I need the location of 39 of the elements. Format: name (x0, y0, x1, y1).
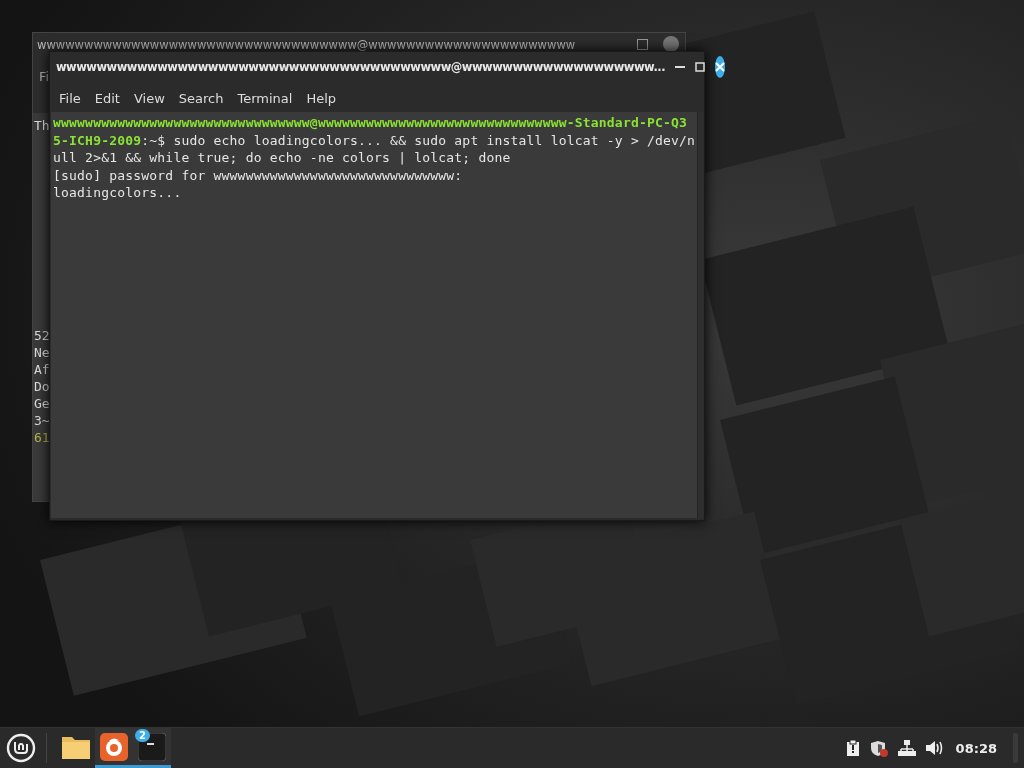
menu-item[interactable]: File (52, 86, 88, 110)
mint-logo-icon[interactable] (6, 733, 36, 763)
network-icon[interactable] (897, 740, 916, 756)
terminal-text: Ne (34, 344, 51, 361)
window-title: wwwwwwwwwwwwwwwwwwwwwwwwwwwwwwwwww@wwwwwwwwwwwwwwwwwwwwww (37, 38, 576, 52)
terminal-text: loadingcolors... (53, 185, 182, 200)
window-count-badge: 2 (135, 729, 150, 742)
taskbar-app[interactable] (95, 728, 133, 768)
terminal-text: Ge (34, 395, 51, 412)
terminal-text: [sudo] password for wwwwwwwwwwwwwwwwwwwwwwwwwwwwww: (53, 167, 463, 183)
terminal-text: ull 2>&1 && while true; do echo -ne colors | lolcat; done (53, 150, 511, 165)
shield-icon[interactable] (869, 739, 888, 757)
menu-item[interactable]: Terminal (230, 86, 300, 110)
clipboard-icon[interactable] (845, 740, 860, 756)
menu-item[interactable]: Edit (87, 86, 127, 110)
terminal-text: 61 (34, 429, 51, 446)
close-icon (663, 36, 679, 52)
terminal-text: Th (34, 117, 51, 134)
minimize-icon (675, 66, 686, 68)
window-title: wwwwwwwwwwwwwwwwwwwwwwwwwwwwwwwwwwwwwww@wwwwwwwwwwwwwwwwwww... (56, 60, 666, 74)
terminal-text: 52 (34, 327, 51, 344)
scrollbar[interactable] (697, 112, 704, 518)
prompt-text: 5-ICH9-2009 (53, 132, 142, 148)
menu-item[interactable]: Help (299, 86, 344, 110)
maximize-icon (637, 39, 648, 50)
menu-item[interactable]: Fi (39, 69, 50, 84)
clock[interactable]: 08:28 (955, 740, 997, 756)
close-icon (715, 62, 726, 72)
terminal-text: 3~ (34, 412, 51, 429)
terminal-text: Do (34, 378, 51, 395)
prompt-text: wwwwwwwwwwwwwwwwwwwwwwwwwwwwwwww@wwwwwwwwwwwwwwwwwwwwwwwwwwwwwww-Standard-PC-Q3 (53, 115, 688, 130)
menu-item[interactable]: View (126, 86, 172, 110)
maximize-icon (695, 62, 706, 72)
terminal-text: Af (34, 361, 51, 378)
terminal-icon (138, 732, 166, 761)
menu-item[interactable]: Search (171, 86, 231, 110)
terminal-text: :~$ sudo echo loadingcolors... && sudo apt install lolcat -y > /dev/n (141, 132, 696, 148)
close-button[interactable] (715, 56, 726, 78)
volume-icon[interactable] (925, 740, 944, 756)
